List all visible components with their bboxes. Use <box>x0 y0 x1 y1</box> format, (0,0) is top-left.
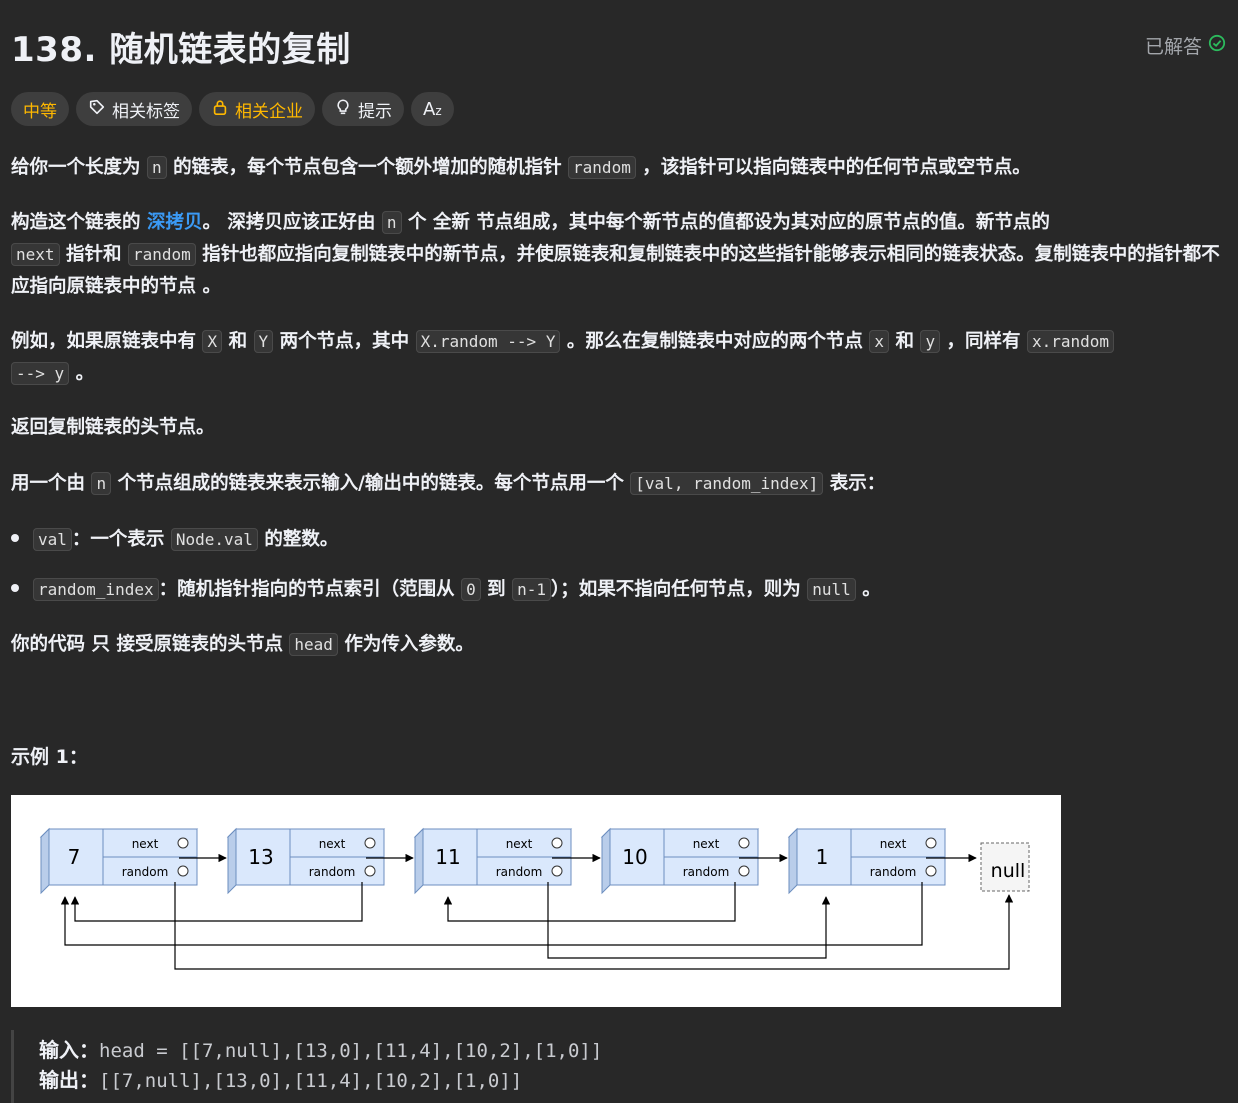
node-value: 1 <box>816 845 829 869</box>
example-1-title: 示例 1： <box>11 746 88 768</box>
difficulty-label: 中等 <box>23 101 57 122</box>
tag-row: 中等 相关标签 相关企业 提示 Az <box>11 92 454 126</box>
bullet-random-index: random_index ：随机指针指向的节点索引（范围从 0 到 n-1 ）；如果… <box>11 575 881 601</box>
random-pointer-dot <box>925 865 937 877</box>
inline-code: 0 <box>461 578 481 601</box>
related-tags-label: 相关标签 <box>112 101 180 122</box>
random-pointer-dot <box>364 865 376 877</box>
inline-code: x.random <box>1027 330 1115 353</box>
next-pointer-dot <box>925 837 937 849</box>
description-paragraph-1: 给你一个长度为 n 的链表，每个节点包含一个额外增加的随机指针 random ，… <box>11 156 1031 179</box>
next-field-label: next <box>132 837 159 851</box>
list-node-13: 13 next random <box>226 827 386 895</box>
node-value: 11 <box>435 845 460 869</box>
difficulty-badge: 中等 <box>11 92 69 126</box>
inline-code: Node.val <box>170 528 258 551</box>
null-label: null <box>991 860 1026 882</box>
random-pointer-dot <box>551 865 563 877</box>
inline-code: random <box>127 243 196 266</box>
next-pointer-dot <box>551 837 563 849</box>
tag-icon <box>88 98 106 121</box>
node-value: 13 <box>248 845 273 869</box>
next-field-label: next <box>319 837 346 851</box>
next-field-label: next <box>506 837 533 851</box>
node-value: 10 <box>622 845 647 869</box>
random-arrow-7-to-null <box>174 882 1014 970</box>
inline-code: --> y <box>11 362 70 385</box>
inline-code: val <box>33 528 72 551</box>
inline-code: X.random --> Y <box>415 330 561 353</box>
input-label: 输入： <box>39 1038 99 1062</box>
random-field-label: random <box>870 865 917 879</box>
font-size-icon: Az <box>423 98 442 120</box>
next-field-label: next <box>693 837 720 851</box>
random-field-label: random <box>122 865 169 879</box>
lightbulb-icon <box>334 98 352 121</box>
example-input-line: 输入：head = [[7,null],[13,0],[11,4],[10,2]… <box>39 1034 602 1063</box>
output-value: [[7,null],[13,0],[11,4],[10,2],[1,0]] <box>99 1070 523 1092</box>
bullet-val: val ：一个表示 Node.val 的整数。 <box>11 525 338 551</box>
inline-code: n-1 <box>512 578 552 601</box>
list-node-7: 7 next random <box>39 827 199 895</box>
random-field-label: random <box>309 865 356 879</box>
solved-label: 已解答 <box>1144 36 1202 58</box>
inline-code: y <box>920 330 941 353</box>
random-arrow-10-to-11 <box>443 882 736 922</box>
inline-code: null <box>807 578 856 601</box>
random-arrow-1-to-7 <box>60 882 923 946</box>
description-paragraph-2: 构造这个链表的 深拷贝。 深拷贝应该正好由 n 个 全新 节点组成，其中每个新节… <box>11 211 1220 297</box>
related-companies-button[interactable]: 相关企业 <box>199 92 315 126</box>
example-1-io: 输入：head = [[7,null],[13,0],[11,4],[10,2]… <box>11 1030 1234 1103</box>
deep-copy-link[interactable]: 深拷贝 <box>147 212 203 233</box>
next-field-label: next <box>880 837 907 851</box>
inline-code: head <box>289 633 338 656</box>
related-companies-label: 相关企业 <box>235 101 303 122</box>
font-size-button[interactable]: Az <box>411 92 454 126</box>
inline-code: n <box>91 472 112 495</box>
description-paragraph-5: 用一个由 n 个节点组成的链表来表示输入/输出中的链表。每个节点用一个 [val… <box>11 472 886 495</box>
lock-icon <box>211 98 229 121</box>
problem-title[interactable]: 138. 随机链表的复制 <box>11 30 351 70</box>
random-field-label: random <box>496 865 543 879</box>
inline-code: n <box>146 156 167 179</box>
example-output-line: 输出：[[7,null],[13,0],[11,4],[10,2],[1,0]] <box>39 1064 522 1093</box>
inline-code: X <box>202 330 223 353</box>
node-value: 7 <box>68 845 81 869</box>
random-arrow-13-to-7 <box>70 882 363 922</box>
random-field-label: random <box>683 865 730 879</box>
description-paragraph-6: 你的代码 只 接受原链表的头节点 head 作为传入参数。 <box>11 633 474 656</box>
bullet-dot-icon <box>11 584 19 592</box>
next-pointer-dot <box>177 837 189 849</box>
random-pointer-dot <box>738 865 750 877</box>
inline-code: n <box>381 211 402 234</box>
output-label: 输出： <box>39 1068 99 1092</box>
linked-list-diagram: 7 next random 13 next random 11 next random 10 nex… <box>39 827 1030 970</box>
inline-code: next <box>11 243 60 266</box>
check-circle-icon <box>1208 34 1226 57</box>
hint-button[interactable]: 提示 <box>322 92 404 126</box>
related-tags-button[interactable]: 相关标签 <box>76 92 192 126</box>
title-row: 138. 随机链表的复制 已解答 <box>11 22 1226 70</box>
inline-code: random_index <box>33 578 159 601</box>
next-pointer-dot <box>738 837 750 849</box>
bullet-dot-icon <box>11 534 19 542</box>
inline-code: [val, random_index] <box>630 472 824 495</box>
random-pointer-dot <box>177 865 189 877</box>
solved-status: 已解答 <box>1145 32 1226 59</box>
inline-code: Y <box>253 330 274 353</box>
description-paragraph-4: 返回复制链表的头节点。 <box>11 417 215 438</box>
inline-code: random <box>568 156 636 179</box>
next-pointer-dot <box>364 837 376 849</box>
description-paragraph-3: 例如，如果原链表中有 X 和 Y 两个节点，其中 X.random --> Y … <box>11 326 1231 390</box>
random-arrow-11-to-1 <box>547 882 831 959</box>
hint-label: 提示 <box>358 101 392 122</box>
null-node: null <box>980 842 1030 892</box>
input-value: head = [[7,null],[13,0],[11,4],[10,2],[1… <box>99 1040 603 1062</box>
inline-code: x <box>869 330 890 353</box>
example-1-diagram: 7 next random 13 next random 11 next random 10 nex… <box>11 795 1061 1007</box>
